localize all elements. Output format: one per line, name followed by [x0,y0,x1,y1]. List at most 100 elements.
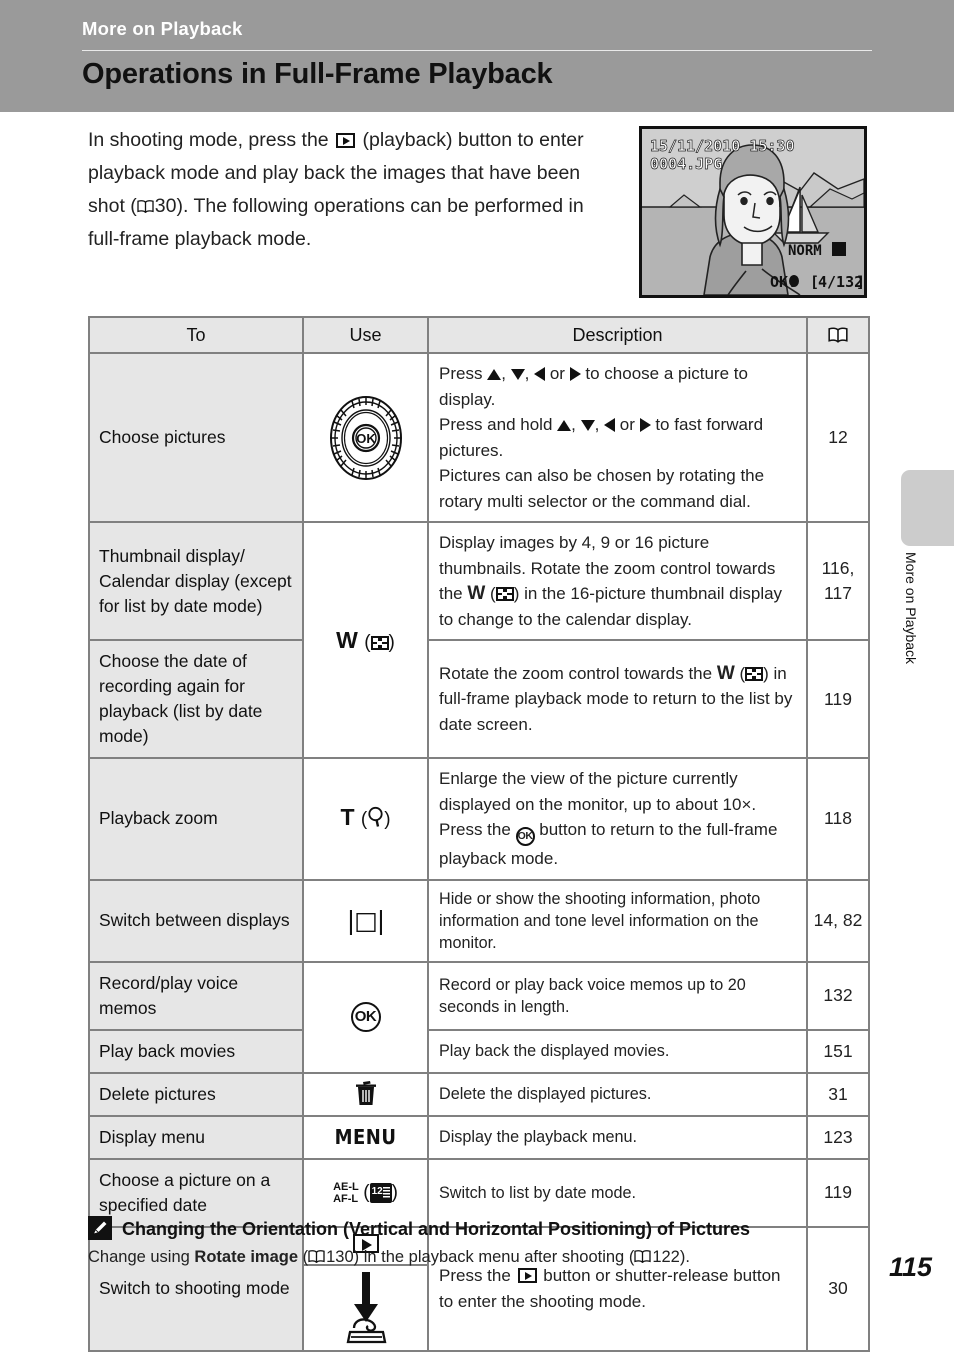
row-label-switch-between-displays: Switch between displays [88,878,304,963]
page-ref: 12 [806,352,870,523]
row-label-record-play-voice-memos: Record/play voice memos [88,960,304,1031]
desc-cell-switch-displays: Hide or show the shooting information, p… [427,878,808,963]
page-ref: 151 [806,1028,870,1074]
desc-cell-voice-memos: Record or play back voice memos up to 20… [427,960,808,1031]
page-ref: 123 [806,1114,870,1160]
ok-button-icon: OK [350,1002,381,1032]
use-cell-delete-button [302,1071,429,1117]
side-tab-marker [901,470,954,546]
arrow-up-icon [557,420,572,431]
page-ref: 14, 82 [806,878,870,963]
arrow-right-icon [639,418,651,432]
page-ref: 132 [806,960,870,1031]
ok-button-icon: OK [515,827,535,846]
intro-page-ref-1: 30 [154,195,177,217]
arrow-down-icon [510,369,525,380]
table-row: Playback zoom T () Enlarge the view of t… [88,757,870,881]
page-number: 115 [888,1252,932,1282]
note-body-bold: Rotate image [194,1248,299,1266]
table-row: Switch between displays |□| Hide or show… [88,878,870,963]
desc-cell-delete-pictures: Delete the displayed pictures. [427,1071,808,1117]
arrow-left-icon [604,418,616,432]
arrow-up-icon [487,369,502,380]
desc-line-2: Press and hold , , or to fast forward pi… [439,415,764,460]
camera-monitor-preview: 15/11/2010 15:30 0004.JPG NORM OK: 4/132… [639,126,867,298]
magnifier-icon [367,806,384,834]
use-cell-ok-button: OK [302,960,429,1074]
footer-note: Changing the Orientation (Vertical and H… [88,1216,868,1269]
svg-text:15/11/2010 15:30: 15/11/2010 15:30 [650,137,795,155]
svg-text:OK: OK [356,431,376,446]
book-icon [634,1250,651,1263]
note-ref-2: 122 [652,1248,680,1266]
zoom-wide-inline-label: W [467,583,486,604]
page-ref: 116, 117 [806,521,870,641]
col-header-to: To [88,316,304,354]
note-heading-text: Changing the Orientation (Vertical and H… [122,1219,751,1239]
desc-line-3: Pictures can also be chosen by rotating … [439,466,765,511]
row-label-display-menu: Display menu [88,1114,304,1160]
playback-button-icon [336,133,356,148]
svg-text:[: [ [810,273,819,291]
row-label-thumbnail-calendar-display: Thumbnail display/ Calendar display (exc… [88,521,304,641]
page-ref: 118 [806,757,870,881]
use-cell-menu-button: MENU [302,1114,429,1160]
row-label-play-back-movies: Play back movies [88,1028,304,1074]
list-by-date-calendar-icon: 12 [369,1182,392,1203]
rotary-multi-selector-dial-icon: OK [328,395,404,481]
thumbnail-grid-icon [745,666,764,681]
zoom-tele-label: T () [340,804,390,830]
note-heading-row: Changing the Orientation (Vertical and H… [88,1216,868,1240]
zoom-wide-label: W () [336,626,395,653]
page-ref: 31 [806,1071,870,1117]
desc-line-1: Press , , or to choose a picture to disp… [439,364,748,409]
arrow-right-icon [569,367,581,381]
header-divider [82,50,872,51]
zoom-wide-inline-label: W [716,662,735,684]
ae-l-af-l-label: AE-L AF-L [333,1180,359,1205]
side-tab-label: More on Playback [903,552,919,665]
header-inner: More on Playback Operations in Full-Fram… [82,0,872,112]
table-header-row: To Use Description [88,316,870,354]
intro-paragraph: In shooting mode, press the (playback) b… [88,124,618,256]
desc-cell-thumbnail-calendar: Display images by 4, 9 or 16 picture thu… [427,521,808,641]
page-title: Operations in Full-Frame Playback [82,58,553,90]
table-row: Choose pictures OK Press , , or to choos… [88,352,870,523]
note-body-part1: Change using [88,1248,190,1266]
row-label-playback-zoom: Playback zoom [88,757,304,881]
svg-text:0004.JPG: 0004.JPG [650,155,722,173]
svg-text:]: ] [856,273,864,291]
desc-cell-playback-zoom: Enlarge the view of the picture currentl… [427,757,808,881]
intro-text-part1: In shooting mode, press the [88,129,329,151]
operations-table: To Use Description Choose pictures OK Pr… [88,316,870,1352]
use-cell-display-button: |□| [302,878,429,963]
thumbnail-grid-icon [495,587,514,601]
shutter-release-button-icon [346,1271,386,1343]
use-cell-zoom-wide: W () [302,521,429,759]
arrow-left-icon [534,367,546,381]
arrow-down-icon [580,420,595,431]
book-icon [137,200,154,213]
table-row: Choose the date of recording again for p… [88,639,870,759]
col-header-page-book-icon [806,316,870,354]
note-ref-1: 130 [326,1248,354,1266]
note-body-part3: ) in the playback menu after shooting ( [353,1248,635,1266]
pencil-note-icon [88,1216,112,1240]
use-cell-zoom-tele: T () [302,757,429,881]
page-ref: 119 [806,639,870,759]
col-header-description: Description [427,316,808,354]
desc-cell-play-movies: Play back the displayed movies. [427,1028,808,1074]
note-body-part4: ). [679,1248,690,1266]
row-label-choose-date-of-recording: Choose the date of recording again for p… [88,639,304,759]
desc-cell-display-menu: Display the playback menu. [427,1114,808,1160]
table-row: Thumbnail display/ Calendar display (exc… [88,521,870,759]
trash-can-icon [355,1081,376,1105]
col-header-use: Use [302,316,429,354]
desc-cell-choose-date: Rotate the zoom control towards the W ()… [427,639,808,759]
page-header-band: More on Playback Operations in Full-Fram… [0,0,954,112]
thumbnail-grid-icon [370,635,389,650]
table-row: Record/play voice memos OK Record or pla… [88,960,870,1074]
display-mode-icon: |□| [346,906,385,935]
desc-cell-choose-pictures: Press , , or to choose a picture to disp… [427,352,808,523]
row-label-delete-pictures: Delete pictures [88,1071,304,1117]
